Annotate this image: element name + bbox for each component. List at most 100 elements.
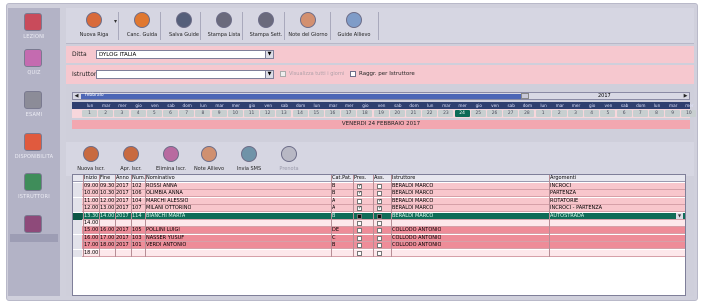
absent-checkbox[interactable] (377, 250, 382, 256)
day-cell[interactable]: 9 (211, 110, 227, 117)
note-allievo-button[interactable]: Note Allievo (190, 144, 228, 176)
day-cell[interactable]: 9 (665, 110, 681, 117)
table-row[interactable]: 12.0013.002017107 MILANI OTTORINO A BERALDI… (73, 205, 685, 213)
day-cell[interactable]: 17 (341, 110, 357, 117)
column-header[interactable]: Istruttore (392, 175, 415, 182)
day-cell[interactable]: 25 (470, 110, 486, 117)
note-del-giorno-button[interactable]: Note del Giorno (288, 10, 328, 42)
table-row[interactable]: 15.00 16.00 2017 105 POLLINI LUIGI DE COLLODO … (73, 227, 685, 235)
day-cell[interactable]: 28 (519, 110, 535, 117)
sidebar-item-quiz[interactable]: QUIZ (8, 46, 60, 82)
stampa-lista-button[interactable]: Stampa Lista (204, 10, 244, 42)
chevron-down-icon[interactable]: ▼ (265, 71, 273, 78)
scroll-thumb[interactable]: febbraio (81, 93, 521, 99)
day-cell[interactable]: 1 (82, 110, 97, 117)
sidebar-item-disponibilita[interactable]: DISPONIBILITA (8, 130, 60, 166)
scroll-right-icon[interactable]: ▶ (682, 93, 689, 99)
column-header[interactable]: Nominativo (146, 175, 175, 182)
day-cell[interactable]: 27 (503, 110, 519, 117)
day-cell[interactable]: 13 (276, 110, 292, 117)
present-checkbox[interactable] (357, 190, 362, 197)
column-header[interactable]: Anno (116, 175, 129, 182)
row-selector[interactable] (73, 227, 82, 235)
day-cell[interactable]: 5 (146, 110, 162, 117)
day-cell[interactable]: 2 (98, 110, 114, 117)
day-cell[interactable]: 7 (179, 110, 195, 117)
nuova-riga-button[interactable]: Nuova Riga (74, 10, 114, 42)
row-selector[interactable] (73, 212, 82, 220)
show-all-days-checkbox[interactable] (280, 71, 286, 77)
day-cell[interactable]: 10 (681, 110, 697, 117)
sidebar-item-guide[interactable]: GUIDE (8, 212, 60, 248)
day-cell[interactable]: 1 (535, 110, 551, 117)
sidebar-item-istruttori[interactable]: ISTRUTTORI (8, 170, 60, 206)
day-cell[interactable]: 20 (389, 110, 405, 117)
sidebar-item-lezioni[interactable]: LEZIONI (8, 10, 60, 46)
present-checkbox[interactable] (357, 235, 362, 241)
chevron-down-icon[interactable]: ▾ (114, 18, 117, 25)
column-header[interactable]: Fine (100, 175, 110, 182)
absent-checkbox[interactable] (377, 243, 382, 249)
absent-checkbox[interactable] (377, 191, 382, 197)
row-selector[interactable] (73, 220, 82, 227)
apr-iscr-button[interactable]: Apr. Iscr. (112, 144, 150, 176)
table-row[interactable]: 11.0012.002017104 MARCHI ALESSIO A BERALDI … (73, 197, 685, 205)
present-checkbox[interactable] (357, 198, 362, 204)
present-checkbox[interactable] (357, 205, 362, 212)
invia-sms-button[interactable]: Invia SMS (230, 144, 268, 176)
istruttore-select[interactable]: ▼ (96, 70, 274, 79)
day-cell[interactable]: 21 (406, 110, 421, 117)
table-row[interactable]: 16.00 17.00 2017 103 NASSER YUSUF C COLLODO AN… (73, 234, 685, 242)
prenota-button[interactable]: Prenota (270, 144, 308, 176)
table-row[interactable]: 14.00 (73, 220, 685, 227)
scroll-grip[interactable] (521, 93, 529, 99)
present-checkbox[interactable] (357, 183, 362, 190)
day-cell[interactable]: 26 (487, 110, 502, 117)
absent-checkbox[interactable] (377, 221, 382, 226)
day-cell[interactable]: 12 (260, 110, 276, 117)
day-cell[interactable]: 10 (227, 110, 243, 117)
day-cell[interactable]: 6 (163, 110, 178, 117)
day-cell[interactable]: 6 (616, 110, 632, 117)
stampa-sett-button[interactable]: Stampa Sett. (246, 10, 286, 42)
column-header[interactable]: Cat.Pat. (332, 175, 352, 182)
day-cell[interactable]: 4 (584, 110, 600, 117)
day-cell[interactable]: 8 (195, 110, 211, 117)
column-header[interactable]: Argomenti (550, 175, 576, 182)
absent-checkbox[interactable] (377, 228, 382, 234)
chevron-down-icon[interactable]: ▼ (265, 51, 273, 58)
salva-guide-button[interactable]: Salva Guide (164, 10, 204, 42)
chevron-down-icon[interactable]: ▼ (676, 212, 683, 219)
table-row[interactable]: 17.00 18.00 2017 101 VERDI ANTONIO B COLLODO A… (73, 242, 685, 250)
table-row[interactable]: 18.00 (73, 249, 685, 257)
day-cell[interactable]: 18 (357, 110, 373, 117)
day-cell[interactable]: 2 (551, 110, 567, 117)
day-cell[interactable]: 7 (632, 110, 648, 117)
row-selector[interactable] (73, 242, 82, 250)
absent-checkbox[interactable] (377, 235, 382, 241)
absent-checkbox[interactable] (377, 184, 382, 189)
day-cell[interactable]: 14 (292, 110, 308, 117)
absent-checkbox[interactable] (377, 205, 382, 212)
day-cell[interactable]: 15 (308, 110, 324, 117)
day-cell[interactable]: 8 (649, 110, 664, 117)
present-checkbox[interactable] (357, 221, 362, 226)
nuova-iscr-button[interactable]: Nuova Iscr. (72, 144, 110, 176)
month-scrollbar[interactable]: ◀ febbraio 2017 ▶ (72, 92, 690, 100)
column-header[interactable]: Pres. (354, 175, 366, 182)
day-cell[interactable]: 3 (568, 110, 583, 117)
row-selector[interactable] (73, 190, 82, 198)
scroll-left-icon[interactable]: ◀ (73, 93, 80, 99)
day-cell[interactable]: 22 (422, 110, 438, 117)
column-header[interactable]: Inizio (84, 175, 97, 182)
absent-checkbox[interactable] (377, 198, 382, 205)
ditta-select[interactable]: DYLOG ITALIA ▼ (96, 50, 274, 59)
row-selector[interactable] (73, 205, 82, 213)
row-selector[interactable] (73, 249, 82, 257)
day-cell[interactable]: 19 (373, 110, 389, 117)
day-cell[interactable]: 4 (130, 110, 146, 117)
column-header[interactable]: Ass. (374, 175, 384, 182)
row-selector[interactable] (73, 197, 82, 205)
present-checkbox[interactable] (357, 250, 362, 256)
day-cell[interactable]: 24 (454, 110, 470, 117)
